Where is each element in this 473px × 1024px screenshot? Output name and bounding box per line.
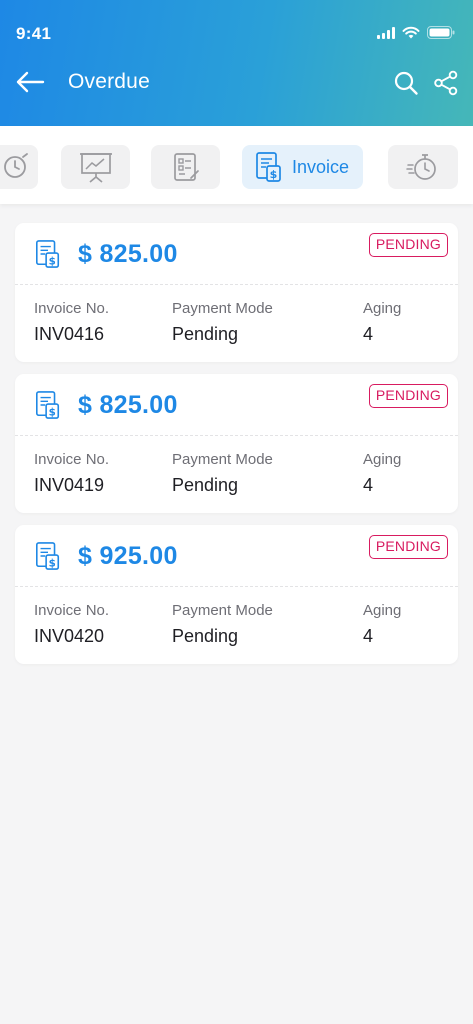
signal-icon: [377, 26, 395, 39]
svg-text:$: $: [270, 168, 278, 181]
clock-icon: [4, 153, 28, 178]
payment-mode-label: Payment Mode: [172, 602, 273, 619]
tab-presentation[interactable]: [61, 145, 130, 189]
card-divider: [15, 435, 458, 436]
status-badge: PENDING: [368, 535, 448, 559]
category-tabs: $ Invoice: [0, 126, 473, 204]
presentation-board-icon: [79, 153, 112, 183]
tab-form[interactable]: [151, 145, 220, 189]
invoice-no-label: Invoice No.: [34, 602, 110, 619]
invoice-no-value: INV0419: [34, 475, 105, 495]
invoice-icon: $: [36, 240, 60, 268]
app-header: 9:41 Overdue: [0, 0, 473, 126]
card-divider: [15, 284, 458, 285]
card-divider: [15, 586, 458, 587]
invoice-amount: $ 825.00: [78, 391, 178, 419]
invoice-no-label: Invoice No.: [34, 300, 110, 317]
aging-label: Aging: [363, 602, 402, 619]
invoice-no-label: Invoice No.: [34, 451, 110, 468]
invoice-card[interactable]: $ $ 925.00 PENDING Invoice No. Payment M…: [15, 525, 458, 664]
wifi-icon: [402, 26, 420, 39]
stopwatch-icon: [406, 154, 436, 180]
share-button[interactable]: [431, 68, 461, 98]
svg-text:$: $: [49, 557, 56, 569]
tab-timer[interactable]: [0, 145, 38, 189]
invoice-icon: $: [36, 542, 60, 570]
invoice-card[interactable]: $ $ 825.00 PENDING Invoice No. Payment M…: [15, 374, 458, 513]
payment-mode-label: Payment Mode: [172, 300, 273, 317]
aging-label: Aging: [363, 451, 402, 468]
status-badge: PENDING: [368, 384, 448, 408]
search-button[interactable]: [391, 68, 421, 98]
status-icons: [377, 26, 455, 39]
battery-icon: [427, 26, 455, 39]
status-time: 9:41: [16, 24, 52, 43]
invoice-icon: $: [36, 391, 60, 419]
back-button[interactable]: [14, 68, 46, 96]
aging-label: Aging: [363, 300, 402, 317]
invoice-card[interactable]: $ $ 825.00 PENDING Invoice No. Payment M…: [15, 223, 458, 362]
payment-mode-label: Payment Mode: [172, 451, 273, 468]
search-icon: [394, 71, 418, 95]
svg-text:$: $: [49, 406, 56, 418]
aging-value: 4: [363, 324, 374, 344]
invoice-icon: $: [256, 152, 281, 182]
invoice-amount: $ 825.00: [78, 240, 178, 268]
aging-value: 4: [363, 475, 374, 495]
tab-invoice[interactable]: $ Invoice: [242, 145, 364, 189]
payment-mode-value: Pending: [172, 626, 239, 646]
tab-stopwatch[interactable]: [388, 145, 458, 189]
invoice-no-value: INV0416: [34, 324, 105, 344]
share-icon: [434, 70, 458, 96]
status-badge: PENDING: [368, 233, 448, 257]
arrow-left-icon: [16, 71, 45, 93]
svg-text:$: $: [49, 255, 56, 267]
form-checklist-icon: [173, 153, 199, 181]
invoice-amount: $ 925.00: [78, 542, 178, 570]
tab-invoice-label: Invoice: [292, 156, 350, 177]
invoice-no-value: INV0420: [34, 626, 105, 646]
page-title: Overdue: [68, 70, 150, 93]
payment-mode-value: Pending: [172, 475, 239, 495]
aging-value: 4: [363, 626, 374, 646]
payment-mode-value: Pending: [172, 324, 239, 344]
